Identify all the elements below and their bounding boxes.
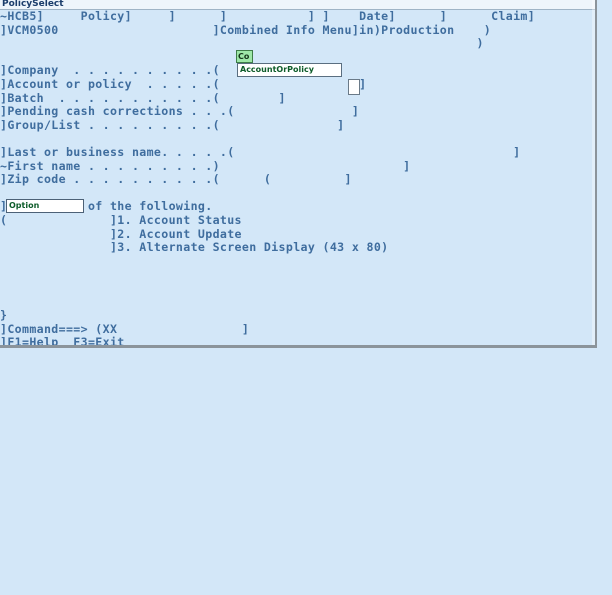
- terminal-line: ]Last or business name. . . . .( ]: [0, 145, 521, 159]
- terminal-line: } ]: [0, 308, 597, 323]
- terminal-line: ]Account or policy . . . . .( ]: [0, 77, 367, 91]
- terminal-line: ]2. Account Update: [0, 226, 242, 241]
- terminal-line: ]Pending cash corrections . . .( ]: [0, 104, 360, 119]
- terminal-screen[interactable]: ~HCB5] Policy] ] ] ] ] Date] ] Claim] ]]…: [0, 9, 597, 348]
- terminal-line: ]Batch . . . . . . . . . . .( ]: [0, 90, 286, 105]
- batch-input[interactable]: [348, 79, 360, 95]
- terminal-line: ]Command===> (XX ]: [0, 321, 250, 336]
- terminal-line: ]VCM0500 ]Combined Info Menu]in)Producti…: [0, 22, 597, 37]
- terminal-line: ~HCB5] Policy] ] ] ] ] Date] ] Claim] ]: [0, 9, 597, 23]
- option-input[interactable]: Option: [6, 199, 84, 213]
- company-input[interactable]: Co: [236, 50, 253, 63]
- terminal-line: ( ]1. Account Status: [0, 213, 242, 227]
- terminal-line: ~First name . . . . . . . . .) ]: [0, 158, 411, 173]
- terminal-line: ) ]: [0, 36, 597, 51]
- terminal-line: ]Select one of the following.: [0, 199, 213, 214]
- terminal-window: PolicySelect ~HCB5] Policy] ] ] ] ] Date…: [0, 0, 597, 348]
- terminal-line: ]Zip code . . . . . . . . . .( ( ]: [0, 172, 352, 187]
- terminal-line: ]F1=Help F3=Exit: [0, 335, 125, 348]
- account-or-policy-input[interactable]: AccountOrPolicy: [237, 63, 342, 77]
- terminal-line: ]Group/List . . . . . . . . .( ]: [0, 117, 345, 132]
- window-title: PolicySelect: [2, 0, 64, 9]
- terminal-line: ]3. Alternate Screen Display (43 x 80): [0, 240, 389, 255]
